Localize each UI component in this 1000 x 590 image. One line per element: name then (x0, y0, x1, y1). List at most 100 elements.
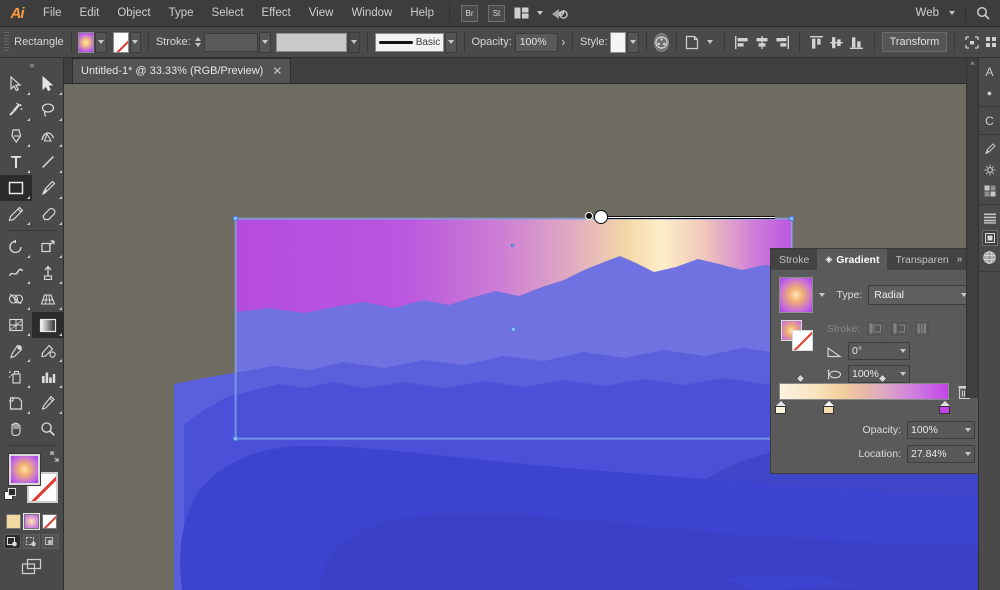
align-right-icon[interactable] (774, 33, 790, 52)
color-button[interactable] (6, 514, 21, 529)
dock-brushes-panel[interactable] (979, 138, 1000, 159)
direct-selection-tool[interactable] (32, 71, 64, 97)
gradient-stop-0[interactable] (775, 401, 786, 414)
dock-graphic-styles-panel[interactable]: ● (979, 82, 1000, 103)
stroke-weight-chevron-down-icon[interactable] (259, 31, 271, 53)
slice-tool[interactable] (32, 390, 64, 416)
more-options-icon[interactable] (984, 33, 998, 52)
align-center-vertical-icon[interactable] (829, 33, 845, 52)
stroke-weight-input[interactable] (204, 32, 259, 52)
isolate-selected-icon[interactable] (964, 33, 980, 52)
gradient-slider-ramp[interactable] (779, 383, 949, 400)
workspace-switcher-label[interactable]: Web (916, 7, 939, 19)
workspace-chevron-down-icon[interactable] (949, 11, 955, 15)
width-warp-tool[interactable] (0, 260, 32, 286)
menu-select[interactable]: Select (203, 0, 253, 26)
close-icon[interactable]: ✕ (272, 65, 282, 77)
gradient-stop-2[interactable] (939, 401, 950, 414)
gradient-preview-swatch[interactable] (779, 277, 813, 313)
transform-button[interactable]: Transform (881, 32, 948, 52)
chevron-down-icon[interactable] (537, 11, 543, 15)
drag-grip-icon[interactable] (4, 32, 10, 52)
shape-builder-tool[interactable] (0, 286, 32, 312)
document-setup-chevron-down-icon[interactable] (707, 40, 714, 44)
align-bottom-icon[interactable] (849, 33, 865, 52)
document-setup-icon[interactable] (685, 33, 701, 52)
zoom-tool[interactable] (32, 416, 64, 442)
gradient-location-input[interactable]: 27.84% (907, 445, 975, 463)
line-segment-tool[interactable] (32, 149, 64, 175)
pencil-tool[interactable] (0, 201, 32, 227)
menu-file[interactable]: File (34, 0, 71, 26)
tab-stroke[interactable]: Stroke (771, 249, 817, 270)
dock-symbols-panel[interactable] (979, 159, 1000, 180)
double-chevron-icon[interactable]: » (957, 254, 963, 265)
selection-tool[interactable] (0, 71, 32, 97)
opacity-chevron-right-icon[interactable]: › (561, 35, 565, 49)
draw-behind-icon[interactable] (23, 534, 40, 549)
menu-type[interactable]: Type (160, 0, 203, 26)
gradient-annotator-bar[interactable] (596, 215, 775, 219)
graphic-style-swatch[interactable] (610, 31, 627, 53)
fill-chevron-down-icon[interactable] (95, 31, 107, 53)
magic-wand-tool[interactable] (0, 97, 32, 123)
stroke-along-icon[interactable] (889, 320, 909, 337)
selection-anchor-tr[interactable] (789, 216, 794, 221)
gradient-midpoint-0[interactable] (795, 373, 806, 384)
arrange-documents-icon[interactable] (514, 7, 529, 19)
panel-stroke-swatch[interactable] (792, 330, 813, 351)
perspective-grid-tool[interactable] (32, 286, 64, 312)
stroke-chevron-down-icon[interactable] (129, 31, 142, 53)
gradient-button[interactable] (23, 513, 40, 530)
stroke-none-swatch[interactable] (112, 31, 129, 53)
search-icon[interactable] (976, 6, 990, 20)
dock-layers-panel[interactable] (979, 208, 1000, 229)
none-button[interactable] (42, 514, 57, 529)
expand-panels-icon[interactable]: ^ (967, 61, 978, 70)
bridge-button[interactable]: Br (461, 4, 478, 22)
rotate-tool[interactable] (0, 234, 32, 260)
tab-transparency[interactable]: Transparen (887, 249, 956, 270)
document-tab[interactable]: Untitled-1* @ 33.33% (RGB/Preview) ✕ (72, 58, 292, 83)
stroke-across-icon[interactable] (913, 320, 933, 337)
menu-help[interactable]: Help (401, 0, 443, 26)
stroke-weight-stepper[interactable] (194, 32, 202, 52)
gradient-opacity-input[interactable]: 100% (907, 421, 975, 439)
menu-window[interactable]: Window (342, 0, 401, 26)
gradient-origin-handle[interactable] (585, 212, 593, 220)
brush-definition-select[interactable]: Basic (374, 32, 445, 52)
gradient-stop-1[interactable] (823, 401, 834, 414)
dock-libraries-panel[interactable] (979, 247, 1000, 268)
stock-button[interactable]: St (488, 4, 505, 22)
style-chevron-down-icon[interactable] (627, 31, 639, 53)
swap-fill-stroke-icon[interactable] (49, 451, 60, 462)
gradient-midpoint-1[interactable] (877, 373, 888, 384)
column-graph-tool[interactable] (32, 364, 64, 390)
menu-effect[interactable]: Effect (253, 0, 300, 26)
free-transform-tool[interactable] (32, 260, 64, 286)
dock-artboards-panel[interactable] (981, 230, 998, 246)
eraser-tool[interactable] (32, 201, 64, 227)
gradient-type-select[interactable]: Radial (868, 285, 973, 305)
artboard-tool[interactable] (0, 390, 32, 416)
menu-view[interactable]: View (300, 0, 343, 26)
draw-normal-icon[interactable] (4, 534, 21, 549)
gradient-tool[interactable] (32, 312, 64, 338)
lasso-tool[interactable] (32, 97, 64, 123)
hand-tool[interactable] (0, 416, 32, 442)
eyedropper-tool[interactable] (0, 338, 32, 364)
recolor-artwork-icon[interactable] (653, 32, 669, 52)
pen-tool[interactable] (0, 123, 32, 149)
type-tool[interactable] (0, 149, 32, 175)
default-fill-stroke-icon[interactable] (4, 488, 17, 501)
align-center-horizontal-icon[interactable] (754, 33, 770, 52)
align-top-icon[interactable] (809, 33, 825, 52)
gradient-angle-input[interactable]: 0° (848, 342, 910, 360)
selection-anchor-tl[interactable] (233, 216, 238, 221)
dock-swatches-panel[interactable] (979, 180, 1000, 201)
tab-gradient[interactable]: ◈ Gradient (817, 249, 888, 270)
align-left-icon[interactable] (734, 33, 750, 52)
rectangle-tool[interactable] (0, 175, 32, 201)
opacity-input[interactable]: 100% (514, 32, 559, 52)
gradient-annotator[interactable] (585, 210, 775, 224)
